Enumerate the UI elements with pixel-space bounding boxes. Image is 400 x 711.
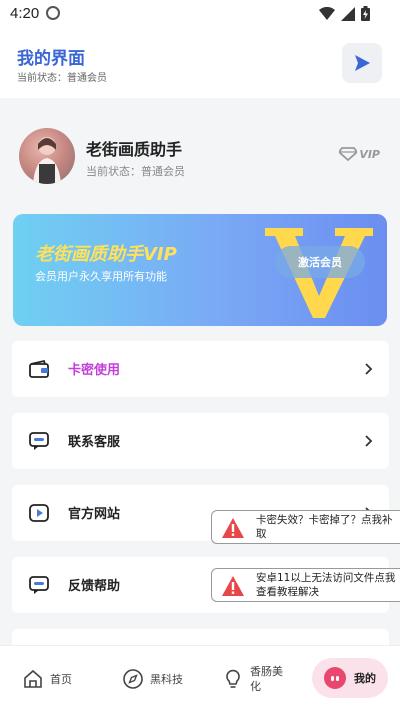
menu-item-card-redeem[interactable]: 卡密使用	[12, 341, 389, 397]
nav-tab-label: 我的	[354, 672, 376, 685]
toast-text: 安卓11以上无法访问文件点我查看教程解决	[256, 572, 396, 598]
menu-item-customer-service[interactable]: 联系客服	[12, 413, 389, 469]
status-bar: 4:20	[0, 0, 400, 28]
bulb-icon	[226, 669, 240, 688]
menu-item-label: 卡密使用	[68, 363, 121, 378]
nav-tab-home[interactable]: 首页	[22, 660, 72, 698]
diamond-icon	[339, 147, 358, 161]
toast-android11-help[interactable]: 安卓11以上无法访问文件点我查看教程解决	[211, 568, 400, 602]
nav-tab-label: 香肠美化	[250, 665, 283, 693]
vip-card-title: 老街画质助手VIP	[35, 244, 177, 265]
page-header: 我的界面 当前状态：普通会员	[0, 28, 400, 98]
chat-icon	[29, 576, 49, 594]
vip-card-subtitle: 会员用户永久享用所有功能	[35, 270, 167, 283]
chevron-right-icon	[365, 363, 373, 375]
bottom-navigation: 首页 黑科技 香肠美化 我的	[0, 645, 400, 711]
card-icon	[29, 359, 49, 378]
avatar-image	[33, 137, 61, 184]
activate-membership-button[interactable]: 激活会员	[275, 246, 365, 278]
chevron-right-icon	[365, 435, 373, 447]
face-icon	[324, 667, 346, 689]
chat-icon	[29, 432, 49, 450]
signal-icon	[341, 6, 355, 21]
page-subtitle: 当前状态：普通会员	[17, 73, 107, 84]
nav-tab-sausage-beautify[interactable]: 香肠美化	[222, 660, 288, 698]
vip-badge-label: VIP	[359, 147, 380, 161]
menu-item-label: 联系客服	[68, 435, 121, 450]
vip-badge: VIP	[339, 147, 380, 161]
toast-card-redeem-help[interactable]: 卡密失效？卡密掉了？点我补取	[211, 510, 400, 544]
play-square-icon	[29, 504, 49, 522]
status-indicators	[319, 6, 370, 21]
app-notification-icon	[46, 6, 60, 20]
warning-icon	[222, 576, 244, 596]
profile-status: 当前状态：普通会员	[86, 165, 185, 178]
status-time: 4:20	[10, 5, 40, 22]
nav-tab-tech[interactable]: 黑科技	[122, 660, 183, 698]
toast-text: 卡密失效？卡密掉了？点我补取	[256, 514, 393, 540]
menu-item-partial	[12, 629, 389, 645]
nav-tab-mine[interactable]: 我的	[312, 658, 388, 698]
menu-item-label: 官方网站	[68, 507, 121, 522]
nav-tab-label: 首页	[50, 673, 72, 686]
profile-section: 老街画质助手 当前状态：普通会员 VIP	[0, 100, 400, 210]
play-icon	[355, 55, 370, 71]
play-button[interactable]	[342, 43, 382, 83]
warning-icon	[222, 518, 244, 538]
compass-icon	[123, 669, 143, 689]
avatar[interactable]	[19, 128, 75, 184]
battery-icon	[361, 6, 370, 21]
vip-promo-card[interactable]: 老街画质助手VIP 会员用户永久享用所有功能 激活会员	[13, 214, 387, 326]
profile-name: 老街画质助手	[86, 140, 183, 159]
wifi-icon	[319, 6, 335, 20]
home-icon	[24, 669, 42, 688]
page-title: 我的界面	[17, 49, 85, 69]
menu-item-label: 反馈帮助	[68, 579, 121, 594]
nav-tab-label: 黑科技	[150, 673, 183, 686]
